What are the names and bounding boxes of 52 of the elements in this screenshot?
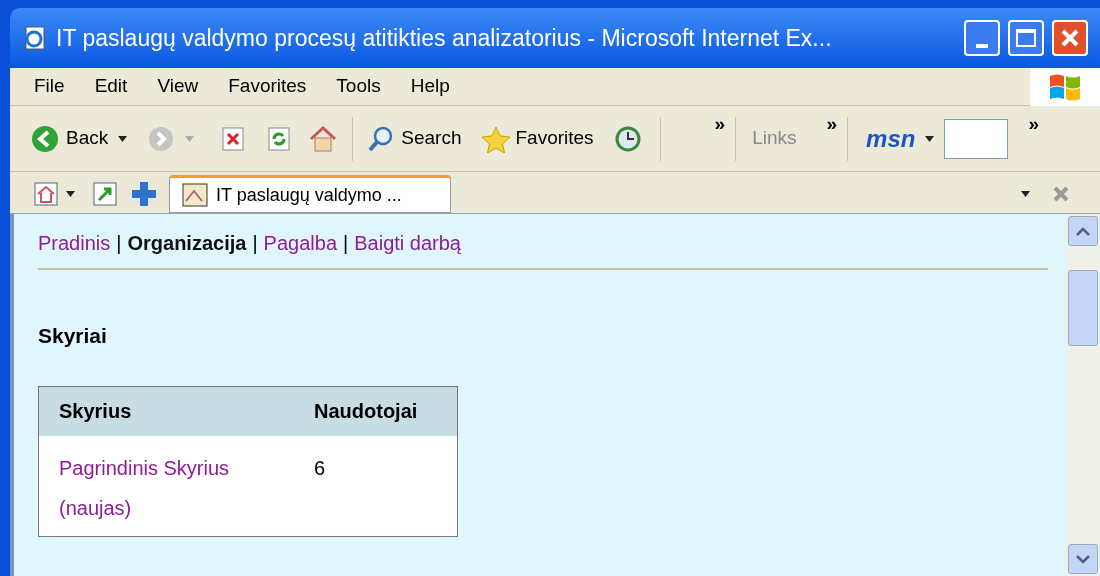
close-button[interactable] [1052, 20, 1088, 56]
menu-item[interactable]: Favorites [228, 72, 307, 101]
table-cell: 6 [314, 457, 326, 479]
back-button[interactable]: Back [30, 123, 109, 154]
page-thumbnail-icon [182, 183, 208, 207]
nav-link[interactable]: Pagalba [263, 228, 337, 258]
windows-logo-icon [1030, 67, 1100, 106]
tab-title: IT paslaugų valdymo ... [216, 183, 402, 207]
column-header: Naudotojai [294, 386, 458, 436]
browser-tab[interactable]: IT paslaugų valdymo ... [169, 175, 451, 213]
favorites-button[interactable]: Favorites [481, 124, 594, 153]
maximize-button[interactable] [1008, 20, 1044, 56]
chevron-button[interactable]: » [1028, 110, 1040, 139]
search-field[interactable] [944, 118, 1009, 159]
caret-icon[interactable] [66, 191, 75, 197]
history-icon[interactable] [613, 124, 642, 153]
department-link[interactable]: Pagrindinis Skyrius (naujas) [59, 448, 274, 528]
column-header: Skyrius [38, 386, 294, 436]
chevron-button[interactable]: » [714, 110, 726, 139]
menu-item[interactable]: Edit [94, 72, 128, 101]
vertical-scrollbar[interactable] [1066, 214, 1100, 576]
plus-icon[interactable] [131, 181, 157, 207]
home-icon[interactable] [308, 124, 339, 153]
window-title: IT paslaugų valdymo procesų atitikties analizatorius - Microsoft Internet Ex... [56, 23, 833, 53]
menu-item[interactable]: Help [410, 72, 450, 101]
caret-icon[interactable] [925, 135, 935, 142]
chevron-button[interactable]: » [826, 110, 838, 139]
separator-text: | [116, 231, 122, 256]
refresh-icon[interactable] [266, 125, 293, 152]
menu-item[interactable]: View [157, 72, 199, 101]
page-icon [22, 25, 48, 51]
minimize-button[interactable] [964, 20, 1000, 56]
current-page-label: Organizacija [127, 231, 247, 256]
menu-item[interactable]: File [34, 72, 65, 101]
scroll-down-button[interactable] [1068, 544, 1098, 574]
msn-logo[interactable]: msn [866, 120, 916, 157]
search-button[interactable]: Search [367, 124, 462, 153]
separator-text: | [343, 231, 349, 256]
close-tab-icon[interactable] [1052, 185, 1070, 203]
menu-item[interactable]: Tools [336, 72, 381, 101]
caret-icon[interactable] [1021, 191, 1030, 197]
nav-link[interactable]: Pradinis [38, 228, 111, 258]
star-icon [481, 124, 512, 153]
scroll-thumb[interactable] [1068, 270, 1098, 346]
nav-link[interactable]: Baigti darbą [354, 228, 461, 258]
section-heading: Skyriai [38, 323, 107, 349]
scroll-up-button[interactable] [1068, 216, 1098, 246]
caret-icon[interactable] [118, 135, 128, 142]
close-icon [1060, 28, 1080, 48]
stop-icon[interactable] [220, 125, 247, 152]
home-icon[interactable] [34, 182, 58, 206]
separator-text: | [252, 231, 258, 256]
